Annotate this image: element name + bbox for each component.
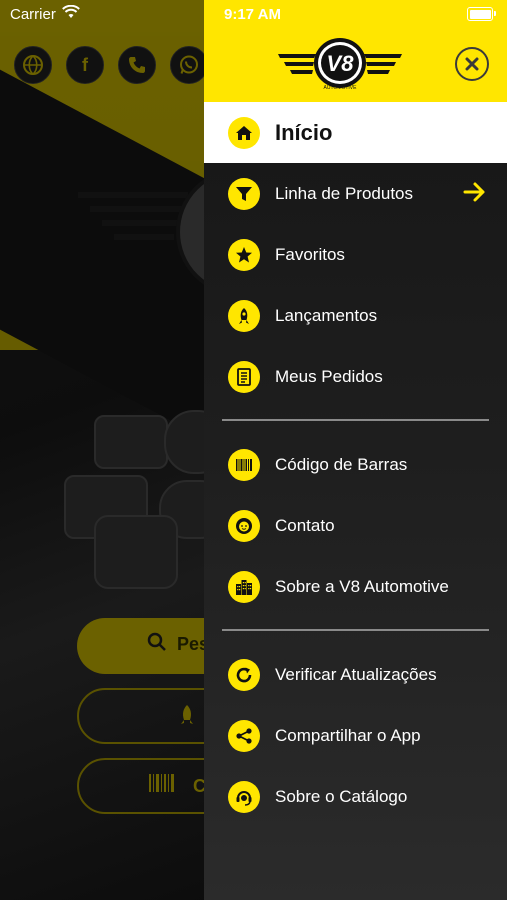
menu-item-sobre-v8[interactable]: Sobre a V8 Automotive — [204, 556, 507, 617]
carrier-label: Carrier — [10, 6, 56, 23]
close-icon — [465, 57, 479, 71]
product-image — [64, 395, 228, 595]
menu-item-lancamentos[interactable]: Lançamentos — [204, 285, 507, 346]
search-icon — [147, 632, 167, 658]
menu-item-sobre-catalogo[interactable]: Sobre o Catálogo — [204, 766, 507, 827]
filter-icon — [228, 177, 260, 210]
barcode-icon — [228, 448, 260, 481]
menu-label-codigo-de-barras: Código de Barras — [275, 454, 408, 474]
menu-item-meus-pedidos[interactable]: Meus Pedidos — [204, 346, 507, 407]
menu-item-favoritos[interactable]: Favoritos — [204, 224, 507, 285]
refresh-icon — [228, 658, 260, 691]
menu-label-sobre-catalogo: Sobre o Catálogo — [275, 786, 408, 806]
side-menu-drawer: 9:17 AM V8 AUTOMOTIVE Início Linha de Pr… — [204, 0, 507, 900]
menu-label-favoritos: Favoritos — [275, 244, 345, 264]
menu-divider — [222, 419, 489, 421]
menu-divider — [222, 629, 489, 631]
brand-logo: V8 AUTOMOTIVE — [278, 34, 402, 97]
star-icon — [228, 238, 260, 271]
menu-label-inicio: Início — [275, 119, 333, 145]
status-time: 9:17 AM — [224, 6, 281, 23]
battery-icon — [467, 7, 496, 21]
barcode-icon — [149, 774, 175, 798]
menu-label-sobre-v8: Sobre a V8 Automotive — [275, 576, 449, 596]
menu-label-compartilhar: Compartilhar o App — [275, 725, 421, 745]
brand-logo-subtext: AUTOMOTIVE — [324, 85, 358, 91]
menu-item-codigo-de-barras[interactable]: Código de Barras — [204, 434, 507, 495]
background-logo-stripes — [78, 192, 188, 248]
status-bar: Carrier — [0, 0, 204, 30]
menu-label-lancamentos: Lançamentos — [275, 305, 378, 325]
document-icon — [228, 360, 260, 393]
menu-item-verificar-atualizacoes[interactable]: Verificar Atualizações — [204, 644, 507, 705]
menu-label-contato: Contato — [275, 515, 335, 535]
rocket-icon — [228, 299, 260, 332]
home-icon — [228, 116, 260, 149]
arrow-right-icon — [463, 181, 487, 208]
close-button[interactable] — [455, 47, 489, 81]
menu-label-verificar-atualizacoes: Verificar Atualizações — [275, 664, 437, 684]
rocket-icon — [177, 704, 197, 732]
menu-item-compartilhar[interactable]: Compartilhar o App — [204, 705, 507, 766]
menu-item-linha-de-produtos[interactable]: Linha de Produtos — [204, 163, 507, 224]
facebook-icon[interactable]: f — [66, 46, 104, 84]
contact-icon — [228, 509, 260, 542]
drawer-header: 9:17 AM V8 AUTOMOTIVE — [204, 0, 507, 102]
phone-icon[interactable] — [118, 46, 156, 84]
social-links: f — [14, 46, 208, 84]
globe-icon[interactable] — [14, 46, 52, 84]
menu-item-inicio[interactable]: Início — [204, 102, 507, 163]
share-icon — [228, 719, 260, 752]
wifi-icon — [62, 4, 80, 23]
menu-label-meus-pedidos: Meus Pedidos — [275, 366, 383, 386]
support-icon — [228, 780, 260, 813]
menu-item-contato[interactable]: Contato — [204, 495, 507, 556]
whatsapp-icon[interactable] — [170, 46, 208, 84]
building-icon — [228, 570, 260, 603]
brand-logo-text: V8 — [327, 51, 355, 76]
menu-label-linha-de-produtos: Linha de Produtos — [275, 183, 413, 203]
